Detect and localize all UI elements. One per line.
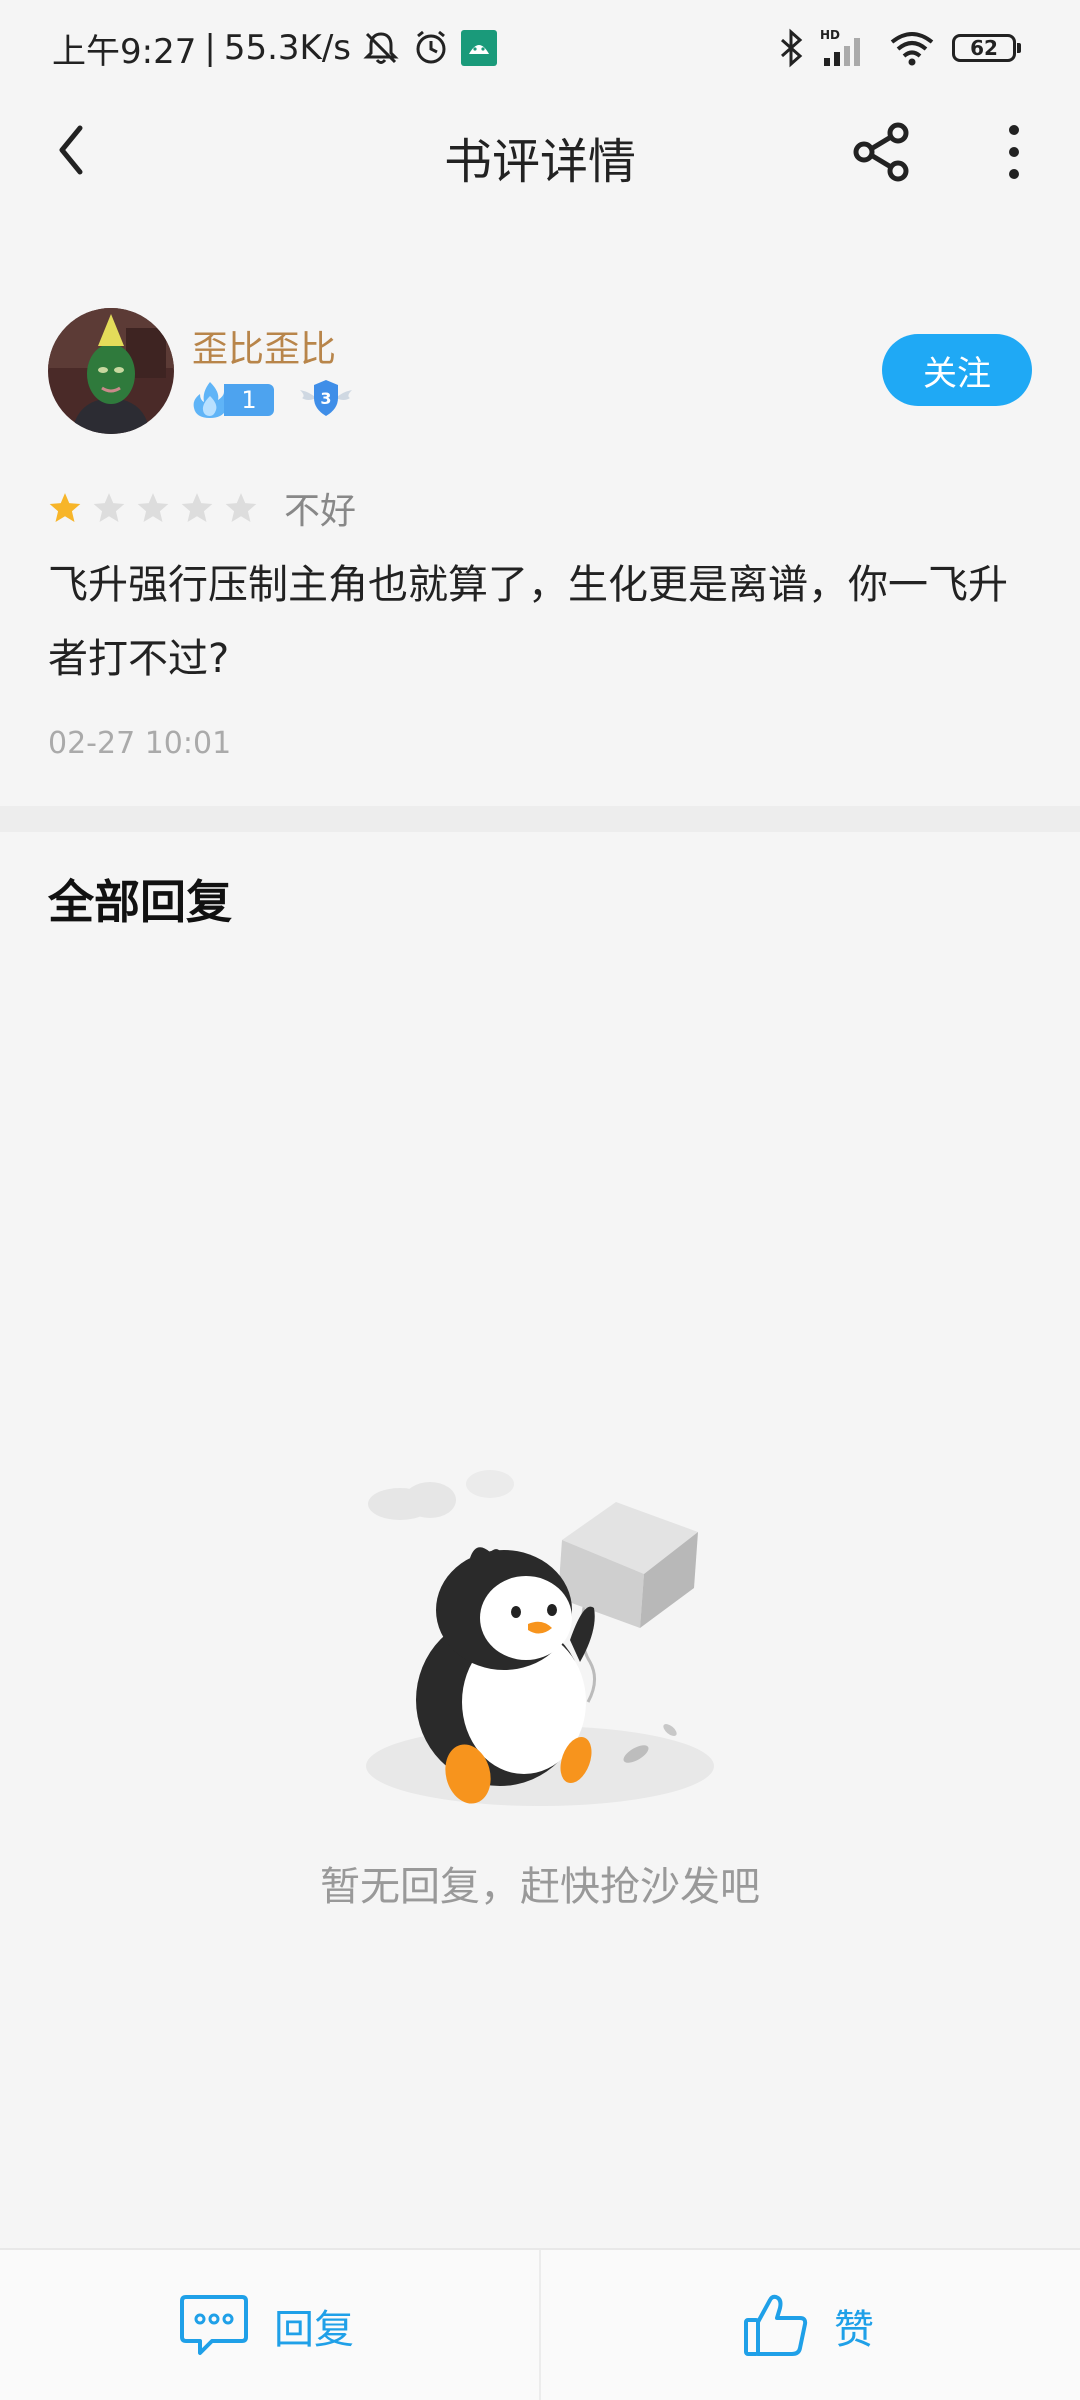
battery-indicator: 62 [952, 34, 1021, 62]
bottom-action-bar: 回复 赞 [0, 2248, 1080, 2400]
like-label: 赞 [834, 2307, 874, 2353]
review-timestamp: 02-27 10:01 [48, 726, 232, 761]
avatar[interactable] [48, 308, 174, 434]
status-left: 上午9:27 | 55.3K/s [52, 24, 507, 72]
like-button[interactable]: 赞 [742, 2290, 874, 2362]
status-right: HD 62 [762, 24, 1021, 72]
alarm-icon [416, 30, 446, 64]
star-icon [181, 493, 213, 523]
android-app-icon [461, 30, 497, 66]
mute-notification-icon [363, 32, 399, 64]
top-navigation-bar: 书评详情 [0, 96, 1080, 208]
replies-heading: 全部回复 [48, 875, 232, 929]
section-divider [0, 806, 1080, 832]
user-avatar-image [48, 308, 174, 434]
status-time: 上午9:27 [52, 31, 197, 72]
thumbs-up-icon [744, 2294, 808, 2356]
star-icon [93, 493, 125, 523]
more-vertical-icon [1009, 125, 1019, 179]
review-content: 飞升强行压制主角也就算了，生化更是离谱，你一飞升者打不过? [48, 562, 1008, 682]
penguin-illustration [366, 1470, 714, 1806]
rank-badge: 3 [296, 376, 356, 424]
bluetooth-icon [781, 28, 803, 68]
reply-label: 回复 [274, 2307, 354, 2353]
follow-button[interactable]: 关注 [882, 334, 1032, 406]
more-options-button[interactable] [982, 116, 1046, 188]
fan-level-badge: 1 [190, 382, 274, 418]
star-icon [137, 493, 169, 523]
star-rating: 不好 [48, 482, 356, 534]
network-speed: 55.3K/s [223, 28, 351, 68]
star-icon [225, 493, 257, 523]
rating-label: 不好 [284, 491, 357, 532]
status-separator: | [204, 28, 216, 68]
wifi-icon [890, 32, 934, 66]
hd-label: HD [820, 28, 840, 42]
battery-level: 62 [970, 36, 998, 60]
user-badges: 1 3 [190, 376, 356, 424]
share-icon [853, 122, 909, 182]
rank-level-number: 3 [320, 389, 331, 408]
empty-state-illustration [340, 1440, 740, 1820]
empty-replies-text: 暂无回复，赶快抢沙发吧 [320, 1864, 760, 1910]
comment-icon [180, 2295, 248, 2355]
fan-level-number: 1 [224, 384, 274, 416]
review-card: 歪比歪比 1 3 关注 不好 飞升强行压制主角也就算了，生化更是离谱，你一飞升者… [0, 208, 1080, 808]
bottom-bar-divider [539, 2250, 541, 2400]
status-bar: 上午9:27 | 55.3K/s HD 62 [0, 0, 1080, 96]
username[interactable]: 歪比歪比 [192, 320, 336, 372]
share-button[interactable] [846, 116, 918, 188]
cellular-signal-icon: HD [820, 28, 860, 66]
winged-shield-icon: 3 [300, 380, 352, 416]
reply-button[interactable]: 回复 [178, 2290, 354, 2362]
page-title: 书评详情 [443, 134, 636, 190]
star-icon [49, 493, 81, 523]
